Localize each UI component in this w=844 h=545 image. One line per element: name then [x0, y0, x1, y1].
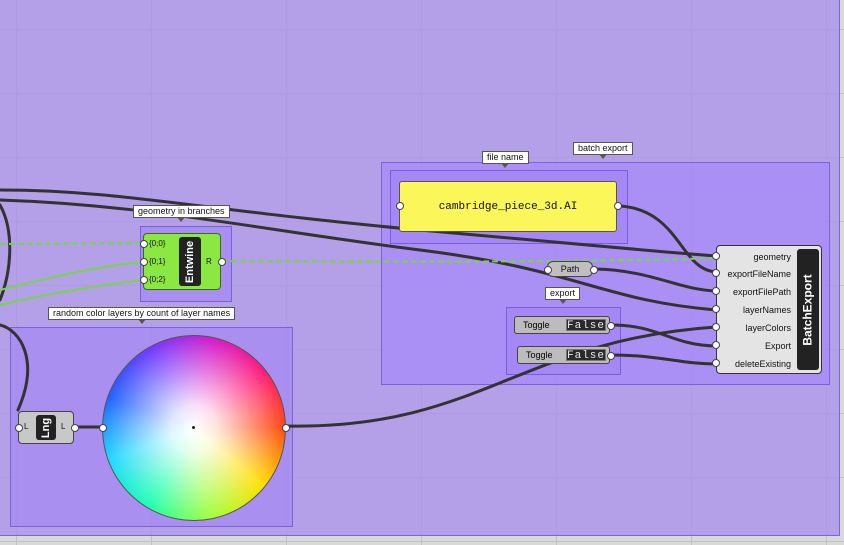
batch-grip-layer-names[interactable] — [712, 305, 720, 313]
group-label-file-name: file name — [482, 151, 529, 168]
batch-grip-layer-colors[interactable] — [712, 323, 720, 331]
toggle-output-grip[interactable] — [607, 322, 615, 330]
group-label-branches: geometry in branches — [133, 205, 230, 222]
param-layer-names[interactable]: layerNames — [743, 305, 791, 315]
entwine-grip-0[interactable] — [140, 240, 148, 248]
wire-layercolors — [283, 325, 718, 428]
entwine-input-0[interactable]: {0;0} — [149, 239, 165, 248]
wire-filepath — [593, 267, 718, 293]
export-toggle[interactable]: Toggle False — [514, 316, 610, 334]
path-input-grip[interactable] — [544, 266, 552, 274]
param-export[interactable]: Export — [765, 341, 791, 351]
lng-title-bar[interactable]: Lng — [36, 415, 56, 440]
toggle-output-grip[interactable] — [607, 352, 615, 360]
lng-input-grip[interactable] — [15, 424, 23, 432]
toggle-label: Toggle — [526, 350, 553, 360]
param-export-file-name[interactable]: exportFileName — [727, 269, 791, 279]
batch-grip-geometry[interactable] — [712, 252, 720, 260]
path-label: Path — [560, 264, 580, 274]
path-output-grip[interactable] — [590, 266, 598, 274]
entwine-component[interactable]: {0;0} {0;1} {0;2} Entwine R — [143, 233, 221, 290]
toggle-label: Toggle — [523, 320, 550, 330]
panel-text: cambridge_piece_3d.AI — [438, 200, 578, 213]
entwine-output-grip[interactable] — [218, 258, 226, 266]
entwine-input-2[interactable]: {0;2} — [149, 275, 165, 284]
delete-existing-toggle[interactable]: Toggle False — [517, 346, 610, 364]
batch-grip-delete-existing[interactable] — [712, 359, 720, 367]
list-length-component[interactable]: L Lng L — [18, 411, 74, 444]
wire-delete-toggle — [609, 353, 718, 366]
entwine-title-bar[interactable]: Entwine — [179, 237, 201, 286]
lng-output-l[interactable]: L — [61, 422, 65, 431]
batch-grip-file-path[interactable] — [712, 287, 720, 295]
group-label-batch-export: batch export — [573, 142, 633, 159]
entwine-input-1[interactable]: {0;1} — [149, 257, 165, 266]
wheel-output-grip[interactable] — [282, 424, 290, 432]
lng-output-grip[interactable] — [71, 424, 79, 432]
color-wheel-center-dot — [192, 426, 195, 429]
param-layer-colors[interactable]: layerColors — [745, 323, 791, 333]
entwine-name: Entwine — [184, 240, 197, 283]
wire-filename — [618, 204, 718, 274]
group-label-color-layers: random color layers by count of layer na… — [48, 307, 236, 324]
toggle-value[interactable]: False — [566, 349, 606, 362]
param-geometry[interactable]: geometry — [753, 252, 791, 262]
batch-export-component[interactable]: geometry exportFileName exportFilePath l… — [716, 245, 822, 374]
batch-export-title-bar[interactable]: BatchExport — [797, 249, 819, 370]
param-export-file-path[interactable]: exportFilePath — [733, 287, 791, 297]
entwine-grip-1[interactable] — [140, 258, 148, 266]
entwine-grip-2[interactable] — [140, 276, 148, 284]
param-delete-existing[interactable]: deleteExisting — [735, 359, 791, 369]
file-name-panel[interactable]: cambridge_piece_3d.AI — [399, 181, 617, 232]
panel-output-grip[interactable] — [614, 202, 622, 210]
group-label-export: export — [545, 287, 581, 304]
path-parameter[interactable]: Path — [547, 261, 593, 277]
lng-input-l[interactable]: L — [24, 422, 28, 431]
wheel-input-grip[interactable] — [99, 424, 107, 432]
batch-grip-export[interactable] — [712, 341, 720, 349]
entwine-output-r[interactable]: R — [206, 257, 212, 266]
toggle-value[interactable]: False — [566, 319, 606, 332]
batch-grip-file-name[interactable] — [712, 269, 720, 277]
lng-name: Lng — [40, 417, 53, 438]
batch-export-name: BatchExport — [801, 273, 815, 346]
panel-input-grip[interactable] — [396, 202, 404, 210]
